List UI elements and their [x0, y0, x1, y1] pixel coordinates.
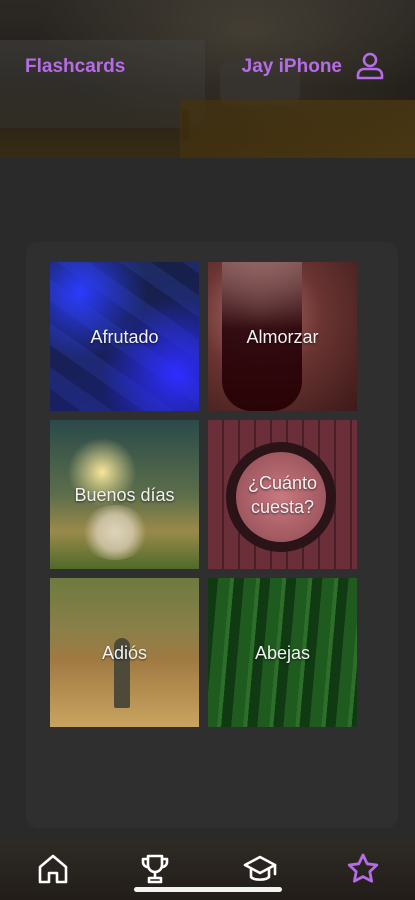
header-banner: [0, 0, 415, 158]
card-label: ¿Cuánto cuesta?: [247, 472, 318, 517]
star-icon[interactable]: [346, 852, 380, 886]
home-icon[interactable]: [36, 852, 70, 886]
flashcard-almorzar[interactable]: Almorzar: [208, 262, 357, 411]
card-label: Almorzar: [246, 326, 319, 347]
graduation-cap-icon[interactable]: [243, 852, 277, 886]
flashcard-buenos-dias[interactable]: Buenos días: [50, 420, 199, 569]
card-label: Abejas: [254, 642, 311, 663]
user-icon[interactable]: [354, 50, 386, 82]
flashcard-adios[interactable]: Adiós: [50, 578, 199, 727]
flashcard-afrutado[interactable]: Afrutado: [50, 262, 199, 411]
header-overlay: [0, 0, 415, 158]
device-name[interactable]: Jay iPhone: [242, 56, 342, 78]
app-title: Flashcards: [25, 56, 126, 77]
trophy-icon[interactable]: [138, 852, 172, 886]
card-label: Adiós: [101, 642, 148, 663]
card-label: Afrutado: [90, 326, 159, 347]
home-indicator: [134, 887, 282, 892]
flashcard-cuanto-cuesta[interactable]: ¿Cuánto cuesta?: [208, 420, 357, 569]
card-label: Buenos días: [74, 484, 175, 505]
flashcard-abejas[interactable]: Abejas: [208, 578, 357, 727]
